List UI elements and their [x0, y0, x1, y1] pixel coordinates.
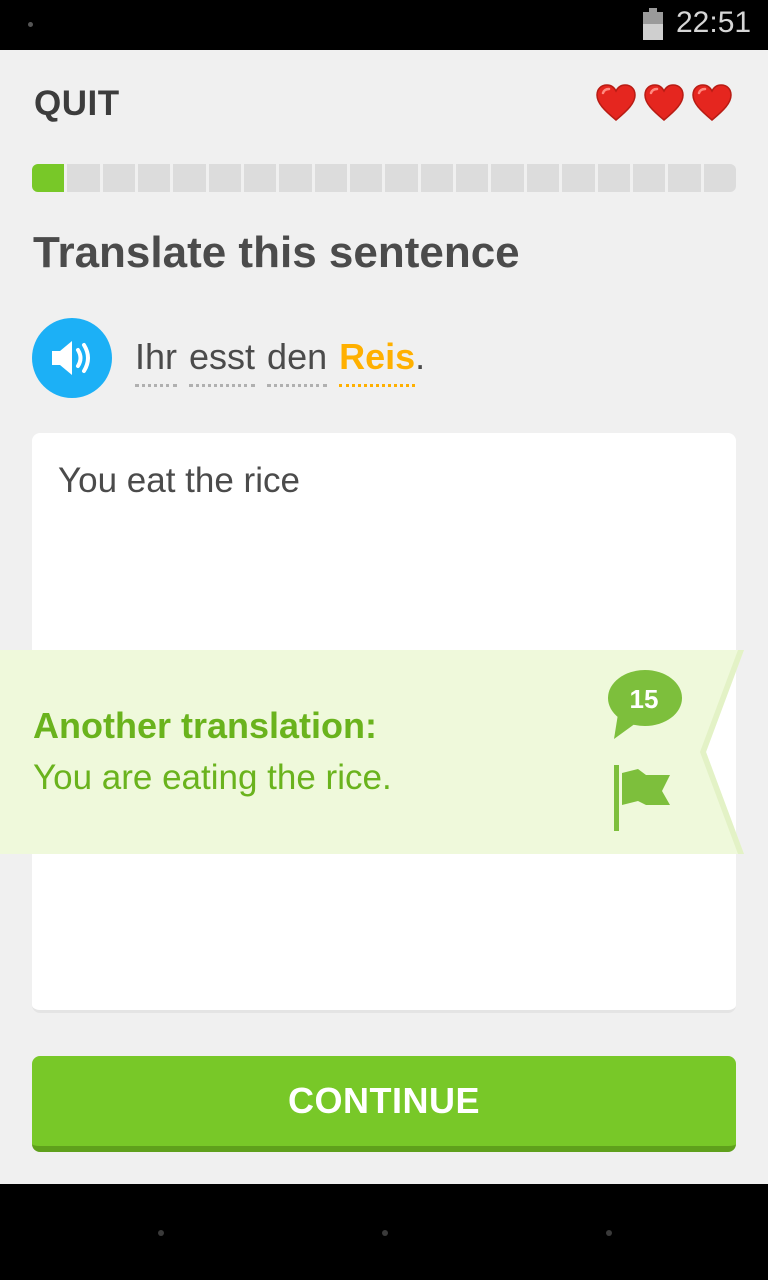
progress-segment: [526, 164, 560, 192]
progress-segment: [385, 164, 418, 192]
sentence-word[interactable]: Ihr: [135, 336, 178, 387]
source-sentence: Ihr esst den Reis .: [135, 336, 425, 387]
feedback-translation: You are eating the rice.: [33, 758, 392, 797]
exercise-instruction: Translate this sentence: [33, 228, 520, 277]
progress-segment: [668, 164, 701, 192]
sentence-word[interactable]: den: [267, 336, 328, 387]
sentence-word[interactable]: esst: [189, 336, 256, 387]
progress-segment: [173, 164, 206, 192]
progress-segment: [597, 164, 630, 192]
nav-home-button[interactable]: [382, 1230, 388, 1236]
battery-icon: [643, 8, 663, 40]
heart-icon: [692, 84, 732, 121]
new-word-highlight[interactable]: Reis: [339, 336, 416, 387]
heart-icon: [596, 84, 636, 121]
progress-segment: [632, 164, 666, 192]
play-audio-button[interactable]: [32, 318, 112, 398]
status-time: 22:51: [676, 6, 752, 39]
progress-segment: [138, 164, 171, 192]
progress-segment: [208, 164, 242, 192]
progress-segment: [703, 164, 736, 192]
progress-segment: [32, 164, 65, 192]
progress-segment: [279, 164, 312, 192]
progress-segment: [562, 164, 595, 192]
speaker-icon: [52, 341, 90, 375]
notification-dot: [28, 22, 33, 27]
hearts: [596, 84, 732, 122]
quit-button[interactable]: QUIT: [34, 84, 120, 124]
progress-segment: [67, 164, 100, 192]
sentence-punctuation: .: [415, 336, 426, 377]
progress-segment: [244, 164, 277, 192]
status-bar: 22:51: [0, 0, 768, 50]
continue-button[interactable]: CONTINUE: [32, 1056, 736, 1152]
progress-segment: [102, 164, 136, 192]
answer-text: You eat the rice: [58, 461, 300, 500]
feedback-title: Another translation:: [33, 705, 378, 746]
nav-back-button[interactable]: [158, 1230, 164, 1236]
heart-icon: [644, 84, 684, 121]
progress-segment: [491, 164, 524, 192]
progress-segment: [350, 164, 383, 192]
report-flag-icon[interactable]: [612, 765, 674, 833]
comment-count: 15: [629, 684, 659, 714]
progress-segment: [420, 164, 454, 192]
progress-segment: [314, 164, 348, 192]
lesson-progress-bar: [32, 164, 736, 192]
nav-recents-button[interactable]: [606, 1230, 612, 1236]
progress-segment: [456, 164, 489, 192]
